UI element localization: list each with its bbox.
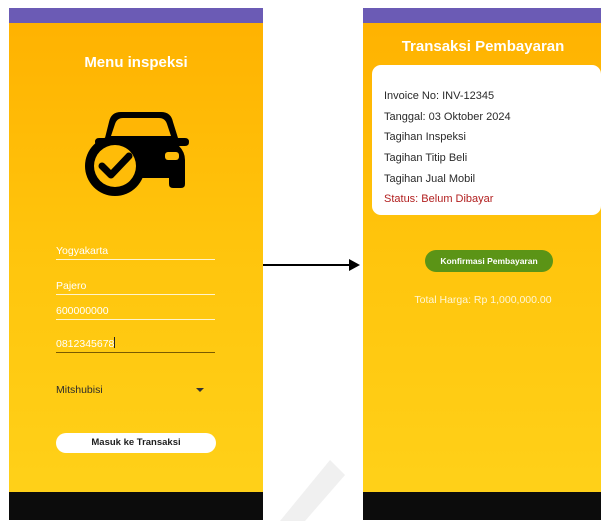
invoice-card: Invoice No: INV-12345 Tanggal: 03 Oktobe… (372, 65, 601, 215)
city-field[interactable]: Yogyakarta (56, 244, 215, 260)
status-bar (363, 8, 601, 23)
dropdown-selected: Mitshubisi (56, 384, 103, 396)
page-title: Menu inspeksi (84, 54, 188, 71)
nav-bar (9, 492, 263, 520)
bill-inspection: Tagihan Inspeksi (384, 131, 466, 143)
page-title: Transaksi Pembayaran (401, 38, 565, 55)
flow-arrow-line (263, 264, 351, 266)
invoice-number: Invoice No: INV-12345 (384, 90, 495, 102)
status-bar (9, 8, 263, 23)
price-field[interactable]: 600000000 (56, 304, 215, 320)
arrow-right-icon (349, 259, 360, 271)
go-to-transaction-button[interactable]: Masuk ke Transaksi (56, 433, 216, 453)
bill-sell-car: Tagihan Jual Mobil (384, 173, 476, 185)
payment-screen: Transaksi Pembayaran Invoice No: INV-123… (363, 8, 601, 520)
phone-field[interactable]: 0812345678 (56, 337, 215, 353)
watermark-shape (280, 460, 345, 521)
inspection-screen: Menu inspeksi Yogyakarta Pajero 60000000… (9, 8, 263, 520)
chevron-down-icon (196, 388, 204, 392)
confirm-payment-button[interactable]: Konfirmasi Pembayaran (425, 250, 553, 272)
phone-value: 0812345678 (56, 338, 115, 350)
nav-bar (363, 492, 601, 520)
invoice-date: Tanggal: 03 Oktober 2024 (384, 111, 511, 123)
total-price: Total Harga: Rp 1,000,000.00 (414, 294, 552, 306)
bill-consignment: Tagihan Titip Beli (384, 152, 468, 164)
brand-dropdown[interactable]: Mitshubisi (56, 380, 216, 400)
text-cursor (114, 337, 116, 348)
payment-status: Status: Belum Dibayar (384, 193, 494, 205)
model-field[interactable]: Pajero (56, 279, 215, 295)
car-check-icon (85, 112, 189, 196)
